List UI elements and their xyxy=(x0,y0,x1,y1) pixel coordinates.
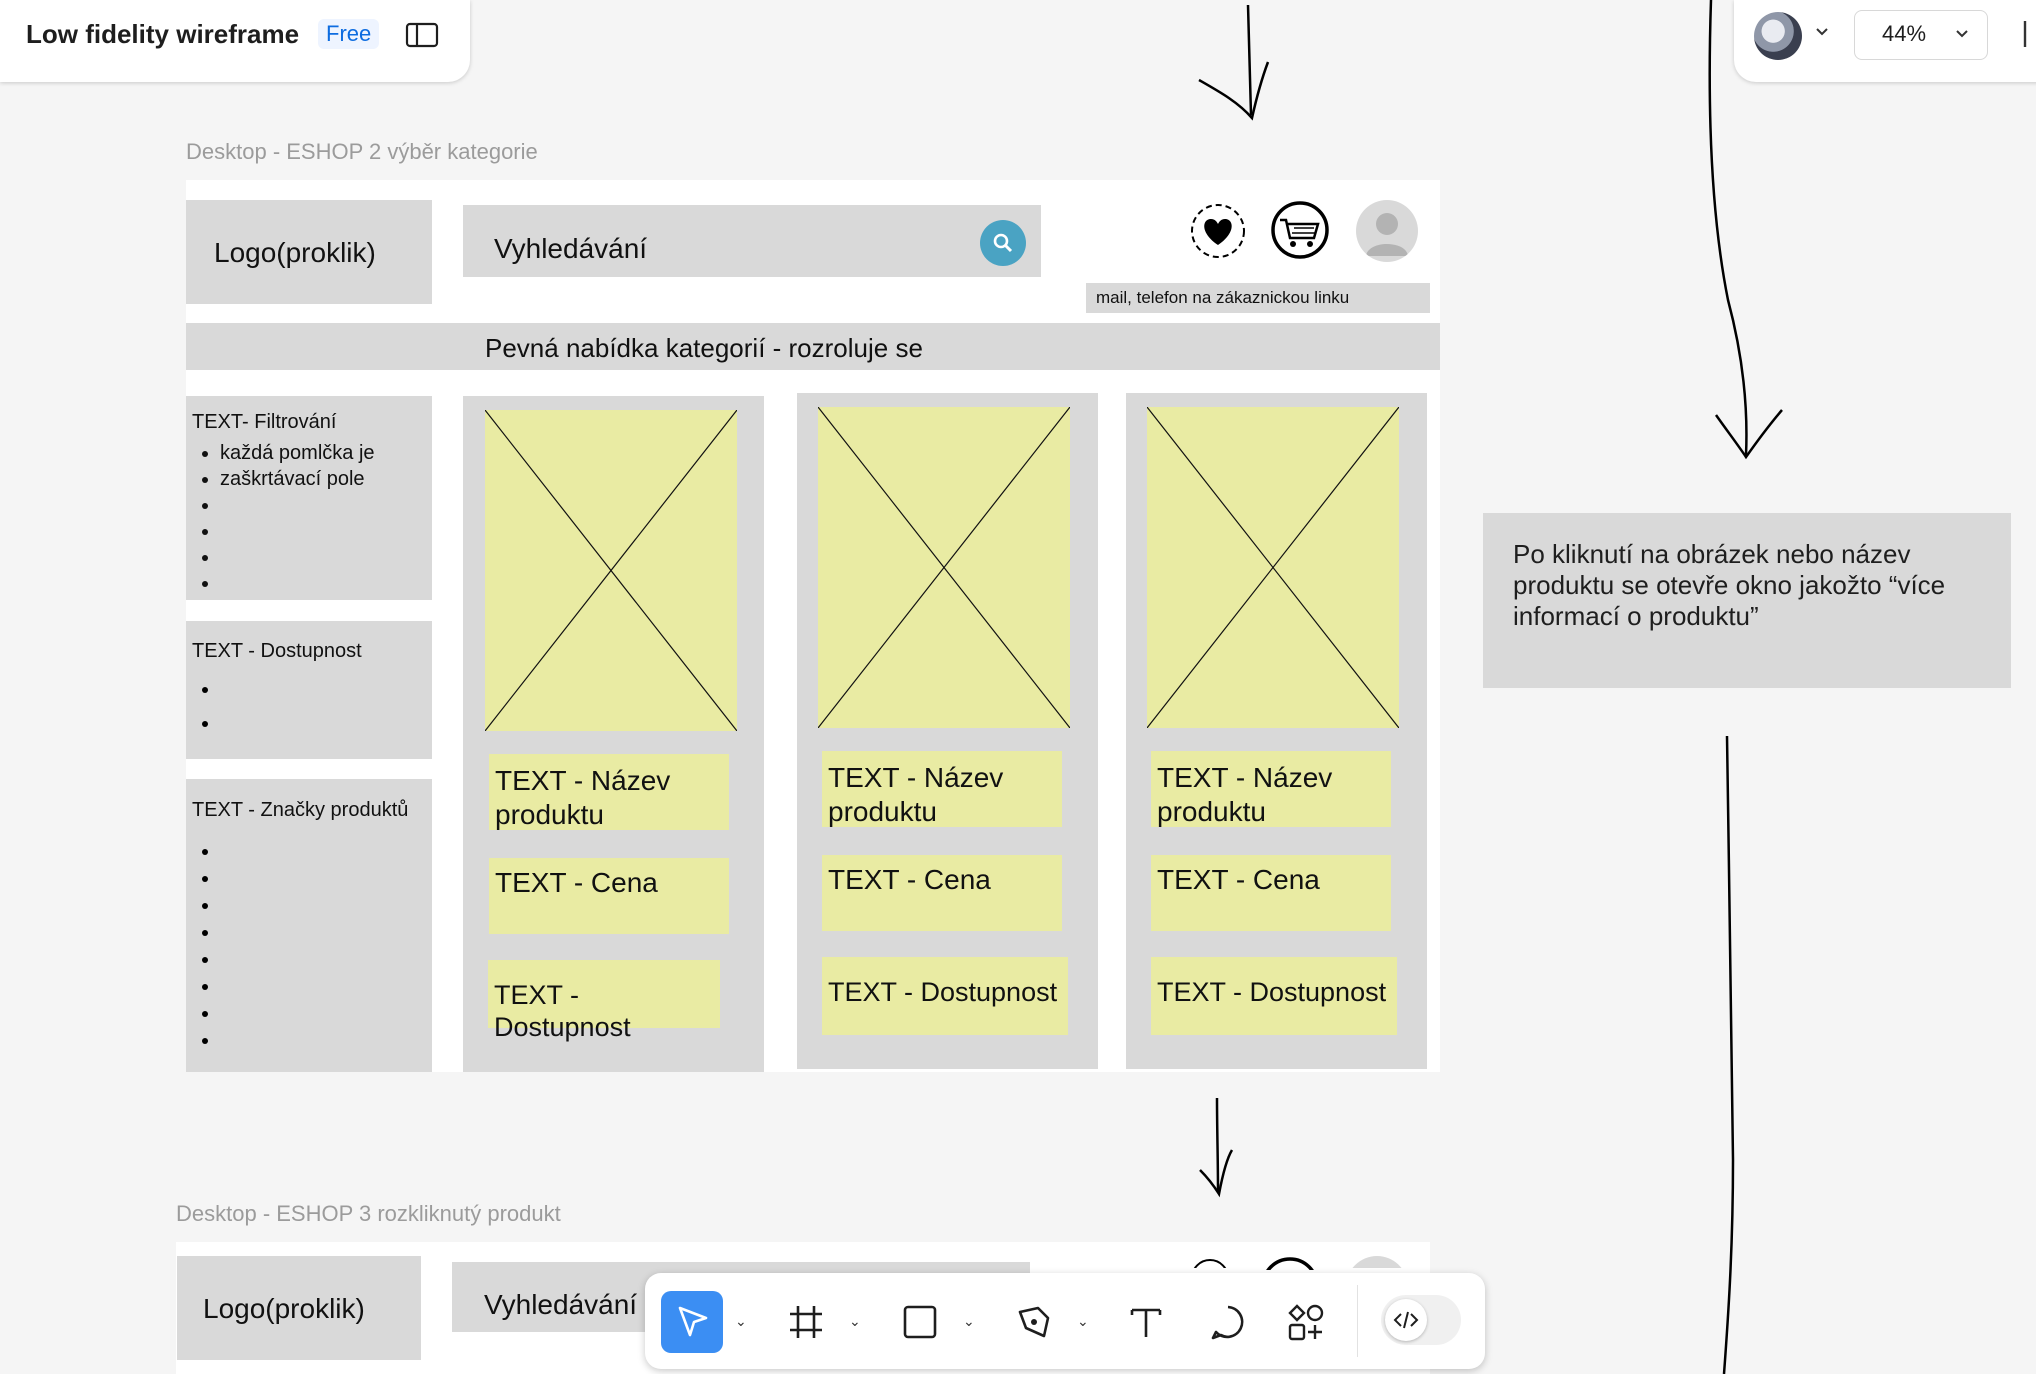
filter-list: každá pomlčka je zaškrtávací pole xyxy=(196,440,450,596)
list-item xyxy=(220,518,450,544)
product-name[interactable]: TEXT - Název produktu xyxy=(1151,751,1391,827)
user-avatar-icon xyxy=(1356,200,1418,262)
cart-icon xyxy=(1260,1256,1320,1270)
actions-tool-button[interactable] xyxy=(1275,1291,1337,1353)
product-name[interactable]: TEXT - Název produktu xyxy=(489,754,729,830)
sticky-note-text: Po kliknutí na obrázek nebo název produk… xyxy=(1513,539,1946,631)
list-item xyxy=(220,492,450,518)
chevron-down-icon[interactable]: ⌄ xyxy=(735,1313,747,1330)
heart-icon xyxy=(1190,1258,1230,1268)
user-avatar-icon xyxy=(1346,1256,1408,1268)
chevron-down-icon[interactable]: ⌄ xyxy=(849,1313,861,1330)
product-image-placeholder[interactable] xyxy=(1147,407,1399,728)
chevron-down-icon[interactable]: ⌄ xyxy=(1077,1313,1089,1330)
category-bar-text: Pevná nabídka kategorií - rozroluje se xyxy=(485,333,923,363)
zoom-level: 44% xyxy=(1882,21,1927,46)
brands-list xyxy=(196,838,220,1054)
search-icon xyxy=(980,220,1026,266)
heart-icon xyxy=(1190,203,1246,259)
rectangle-icon xyxy=(903,1305,937,1339)
product-availability: TEXT - Dostupnost xyxy=(488,960,720,1042)
comment-tool-button[interactable] xyxy=(1197,1291,1259,1353)
text-tool-button[interactable] xyxy=(1115,1291,1177,1353)
pen-icon xyxy=(1018,1306,1050,1338)
chevron-down-icon xyxy=(1954,26,1970,47)
search-placeholder: Vyhledávání xyxy=(494,233,648,264)
logo-label: Logo(proklik) xyxy=(214,237,376,268)
product-image-placeholder[interactable] xyxy=(818,407,1070,728)
search-placeholder: Vyhledávání xyxy=(484,1289,638,1320)
product-name[interactable]: TEXT - Název produktu xyxy=(822,751,1062,827)
sidebar-toggle-icon[interactable] xyxy=(404,20,440,50)
product-image-placeholder[interactable] xyxy=(485,410,737,731)
avatar[interactable] xyxy=(1754,12,1802,60)
plan-badge[interactable]: Free xyxy=(318,19,380,49)
product-price: TEXT - Cena xyxy=(822,855,1062,931)
move-tool-button[interactable] xyxy=(661,1291,723,1353)
frame-tool-button[interactable] xyxy=(775,1291,837,1353)
toolbar-divider xyxy=(1357,1285,1358,1357)
toolbar-tools: ⌄ ⌄ ⌄ ⌄ xyxy=(645,1273,1485,1369)
code-icon xyxy=(1385,1299,1427,1341)
product-availability: TEXT - Dostupnost xyxy=(822,957,1068,1035)
list-item: zaškrtávací pole xyxy=(220,466,450,492)
cursor-arrow-icon xyxy=(678,1306,708,1337)
chevron-down-icon[interactable] xyxy=(1814,24,1830,45)
product-price: TEXT - Cena xyxy=(489,858,729,934)
availability-list xyxy=(196,676,220,736)
brands-box xyxy=(186,779,432,1072)
availability-title: TEXT - Dostupnost xyxy=(192,640,362,662)
file-title[interactable]: Low fidelity wireframe xyxy=(26,18,299,50)
frame-label[interactable]: Desktop - ESHOP 3 rozkliknutý produkt xyxy=(176,1200,561,1228)
product-availability: TEXT - Dostupnost xyxy=(1151,957,1397,1035)
contact-text: mail, telefon na zákaznickou linku xyxy=(1096,288,1350,307)
text-icon xyxy=(1130,1308,1162,1337)
shapes-plus-icon xyxy=(1288,1304,1324,1341)
filter-title: TEXT- Filtrování xyxy=(192,411,337,433)
list-item xyxy=(220,570,450,596)
rectangle-tool-button[interactable] xyxy=(889,1291,951,1353)
brands-title: TEXT - Značky produktů xyxy=(192,799,409,821)
dev-mode-toggle[interactable] xyxy=(1381,1295,1461,1345)
present-icon[interactable] xyxy=(2022,18,2036,55)
comment-icon xyxy=(1211,1305,1244,1340)
list-item xyxy=(220,544,450,570)
product-price: TEXT - Cena xyxy=(1151,855,1391,931)
chevron-down-icon[interactable]: ⌄ xyxy=(963,1313,975,1330)
pen-tool-button[interactable] xyxy=(1003,1291,1065,1353)
frame-label[interactable]: Desktop - ESHOP 2 výběr kategorie xyxy=(186,138,538,166)
cart-icon xyxy=(1270,200,1330,260)
frame-icon xyxy=(790,1306,822,1338)
logo-label: Logo(proklik) xyxy=(203,1293,365,1324)
list-item: každá pomlčka je xyxy=(220,440,450,466)
